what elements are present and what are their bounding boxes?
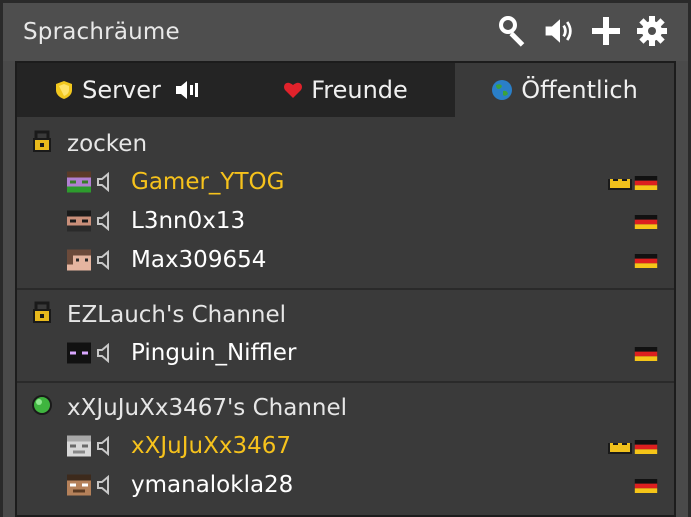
badges (634, 346, 658, 365)
german-flag-icon (634, 175, 658, 194)
channel-panel: Server Freunde Öffentlich zocken Gamer_Y… (15, 61, 676, 517)
badges (608, 439, 658, 458)
toolbar (496, 13, 670, 49)
badges (634, 478, 658, 497)
avatar (67, 435, 91, 457)
channel-name: zocken (67, 131, 148, 157)
member-name: Max309654 (131, 247, 267, 273)
gold-shield-icon (54, 80, 74, 100)
settings-icon[interactable] (634, 13, 670, 49)
badges (634, 253, 658, 272)
member-name: Gamer_YTOG (131, 169, 285, 195)
speaker-muted-icon (97, 342, 111, 367)
tab-server[interactable]: Server (17, 63, 236, 117)
divider (17, 288, 674, 290)
member-row[interactable]: Pinguin_Niffler (17, 334, 674, 373)
lock-icon (31, 130, 53, 158)
add-icon[interactable] (588, 13, 624, 49)
tab-label: Freunde (311, 76, 408, 104)
avatar (67, 474, 91, 496)
channel: EZLauch's Channel Pinguin_Niffler (17, 296, 674, 373)
crown-icon (608, 439, 632, 458)
tab-bar: Server Freunde Öffentlich (17, 63, 674, 117)
german-flag-icon (634, 478, 658, 497)
member-name: xXJuJuXx3467 (131, 433, 291, 459)
german-flag-icon (634, 253, 658, 272)
speaker-muted-icon (97, 210, 111, 235)
window-title: Sprachräume (23, 19, 180, 45)
channel-name: xXJuJuXx3467's Channel (67, 395, 348, 421)
heart-icon (283, 81, 303, 99)
voice-rooms-window: Sprachräume Server Freunde Öffentlich zo… (0, 0, 691, 517)
member-row[interactable]: L3nn0x13 (17, 202, 674, 241)
volume-icon[interactable] (542, 13, 578, 49)
speaker-muted-icon (97, 171, 111, 196)
avatar (67, 342, 91, 364)
channel-header[interactable]: zocken (17, 125, 674, 163)
tab-public[interactable]: Öffentlich (455, 63, 674, 117)
speaker-muted-icon (97, 435, 111, 460)
member-row[interactable]: ymanalokla28 (17, 466, 674, 505)
channel: zocken Gamer_YTOG L3nn0x13 Max309654 (17, 125, 674, 280)
globe-icon (491, 79, 513, 101)
tab-label: Öffentlich (521, 76, 638, 104)
channel-list: zocken Gamer_YTOG L3nn0x13 Max309654 EZL… (17, 117, 674, 505)
tab-label: Server (82, 76, 161, 104)
german-flag-icon (634, 439, 658, 458)
channel-header[interactable]: xXJuJuXx3467's Channel (17, 389, 674, 427)
member-name: ymanalokla28 (131, 472, 294, 498)
member-name: Pinguin_Niffler (131, 340, 297, 366)
member-name: L3nn0x13 (131, 208, 246, 234)
member-row[interactable]: xXJuJuXx3467 (17, 427, 674, 466)
speaker-icon (175, 80, 199, 100)
tab-friends[interactable]: Freunde (236, 63, 455, 117)
badges (608, 175, 658, 194)
speaker-muted-icon (97, 474, 111, 499)
german-flag-icon (634, 346, 658, 365)
channel-header[interactable]: EZLauch's Channel (17, 296, 674, 334)
lock-icon (31, 301, 53, 329)
green-orb-icon (31, 394, 53, 422)
avatar (67, 249, 91, 271)
avatar (67, 210, 91, 232)
member-row[interactable]: Gamer_YTOG (17, 163, 674, 202)
badges (634, 214, 658, 233)
avatar (67, 171, 91, 193)
crown-icon (608, 175, 632, 194)
search-icon[interactable] (496, 13, 532, 49)
speaker-muted-icon (97, 249, 111, 274)
title-bar: Sprachräume (3, 3, 688, 61)
channel-name: EZLauch's Channel (67, 302, 287, 328)
german-flag-icon (634, 214, 658, 233)
divider (17, 381, 674, 383)
channel: xXJuJuXx3467's Channel xXJuJuXx3467 yman… (17, 389, 674, 505)
member-row[interactable]: Max309654 (17, 241, 674, 280)
